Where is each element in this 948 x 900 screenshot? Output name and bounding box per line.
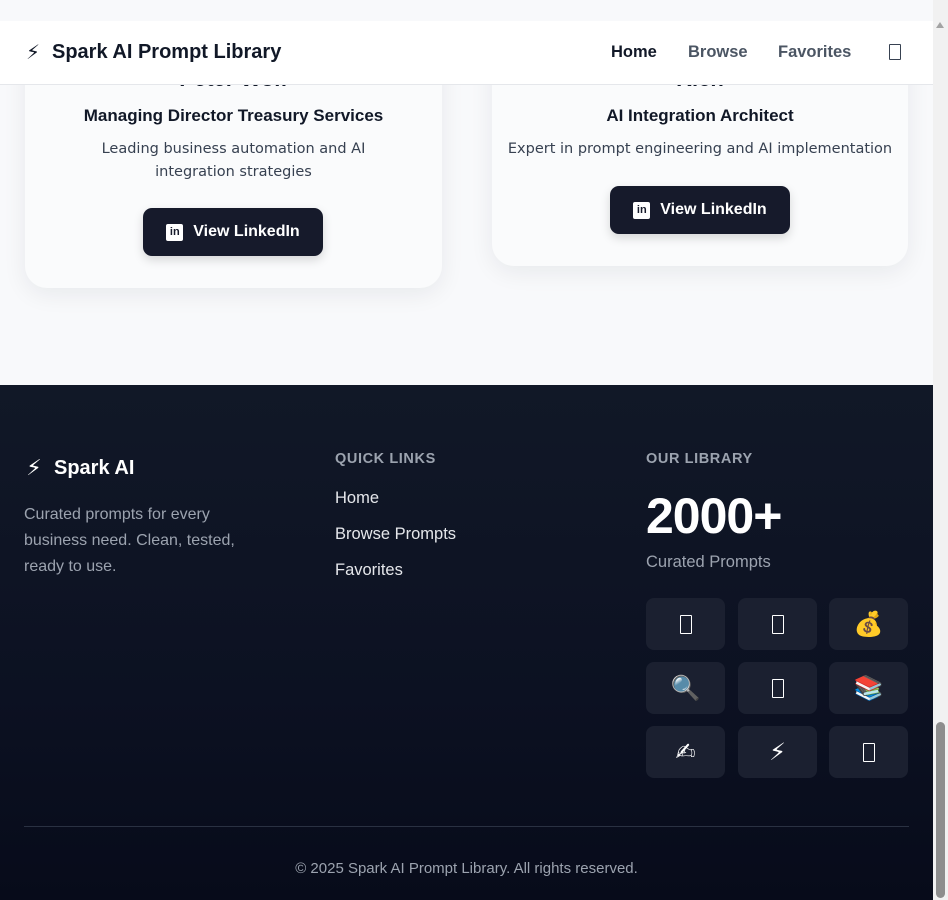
scrollbar-thumb[interactable] bbox=[936, 722, 945, 898]
page-viewport: Peter Wolf Managing Director Treasury Se… bbox=[0, 0, 933, 900]
magnifier-icon: 🔍 bbox=[670, 674, 701, 702]
category-tile bbox=[646, 598, 725, 650]
category-tile: ✍ bbox=[646, 726, 725, 778]
footer-brand-title: Spark AI bbox=[54, 456, 135, 479]
linkedin-icon: in bbox=[633, 201, 651, 219]
team-member-description: Leading business automation and AI integ… bbox=[101, 141, 366, 180]
team-member-role: Managing Director Treasury Services bbox=[83, 106, 384, 125]
lightning-icon: ⚡ bbox=[25, 42, 41, 64]
category-tile: 📚 bbox=[829, 662, 908, 714]
footer-tagline: Curated prompts for every business need.… bbox=[24, 506, 235, 575]
nav-browse[interactable]: Browse bbox=[688, 43, 748, 62]
library-count: 2000+ bbox=[646, 488, 782, 544]
category-tile: ⚡ bbox=[738, 726, 817, 778]
category-tile: 💰 bbox=[829, 598, 908, 650]
money-bag-icon: 💰 bbox=[853, 610, 884, 638]
view-linkedin-button[interactable]: in View LinkedIn bbox=[143, 208, 323, 256]
footer-brand: ⚡ Spark AI bbox=[24, 455, 134, 481]
nav-home[interactable]: Home bbox=[611, 43, 657, 62]
site-footer: ⚡ Spark AI Curated prompts for every bus… bbox=[0, 385, 933, 900]
view-linkedin-label: View LinkedIn bbox=[193, 223, 300, 240]
our-library-heading: OUR LIBRARY bbox=[646, 451, 753, 467]
nav-favorites[interactable]: Favorites bbox=[778, 43, 851, 62]
category-tile bbox=[829, 726, 908, 778]
category-tile bbox=[738, 662, 817, 714]
linkedin-icon: in bbox=[166, 223, 184, 241]
moon-icon[interactable] bbox=[889, 44, 901, 60]
category-icon bbox=[771, 678, 784, 698]
lightning-icon: ⚡ bbox=[769, 738, 786, 766]
category-tile bbox=[738, 598, 817, 650]
lightning-icon: ⚡ bbox=[26, 455, 42, 480]
category-tile: 🔍 bbox=[646, 662, 725, 714]
view-linkedin-button[interactable]: in View LinkedIn bbox=[610, 186, 790, 234]
quick-links-heading: QUICK LINKS bbox=[335, 451, 436, 467]
footer-link-home[interactable]: Home bbox=[335, 489, 379, 508]
category-icon bbox=[771, 614, 784, 634]
category-icon bbox=[862, 742, 875, 762]
library-count-label: Curated Prompts bbox=[646, 553, 771, 571]
team-member-description: Expert in prompt engineering and AI impl… bbox=[507, 141, 893, 157]
footer-link-favorites[interactable]: Favorites bbox=[335, 561, 403, 580]
copyright-text: © 2025 Spark AI Prompt Library. All righ… bbox=[295, 860, 638, 877]
scroll-up-icon[interactable] bbox=[936, 22, 944, 28]
footer-link-browse-prompts[interactable]: Browse Prompts bbox=[335, 525, 456, 544]
footer-divider bbox=[24, 826, 909, 827]
writing-hand-icon: ✍ bbox=[675, 738, 696, 766]
category-icon bbox=[679, 614, 692, 634]
site-header: ⚡ Spark AI Prompt Library Home Browse Fa… bbox=[0, 21, 933, 85]
header-top-gap bbox=[0, 0, 933, 21]
brand-title: Spark AI Prompt Library bbox=[52, 41, 282, 63]
books-icon: 📚 bbox=[853, 674, 884, 702]
view-linkedin-label: View LinkedIn bbox=[660, 201, 767, 218]
brand-link[interactable]: ⚡ Spark AI Prompt Library bbox=[24, 40, 281, 65]
page-scrollbar[interactable] bbox=[933, 0, 948, 900]
team-member-role: AI Integration Architect bbox=[606, 106, 794, 125]
